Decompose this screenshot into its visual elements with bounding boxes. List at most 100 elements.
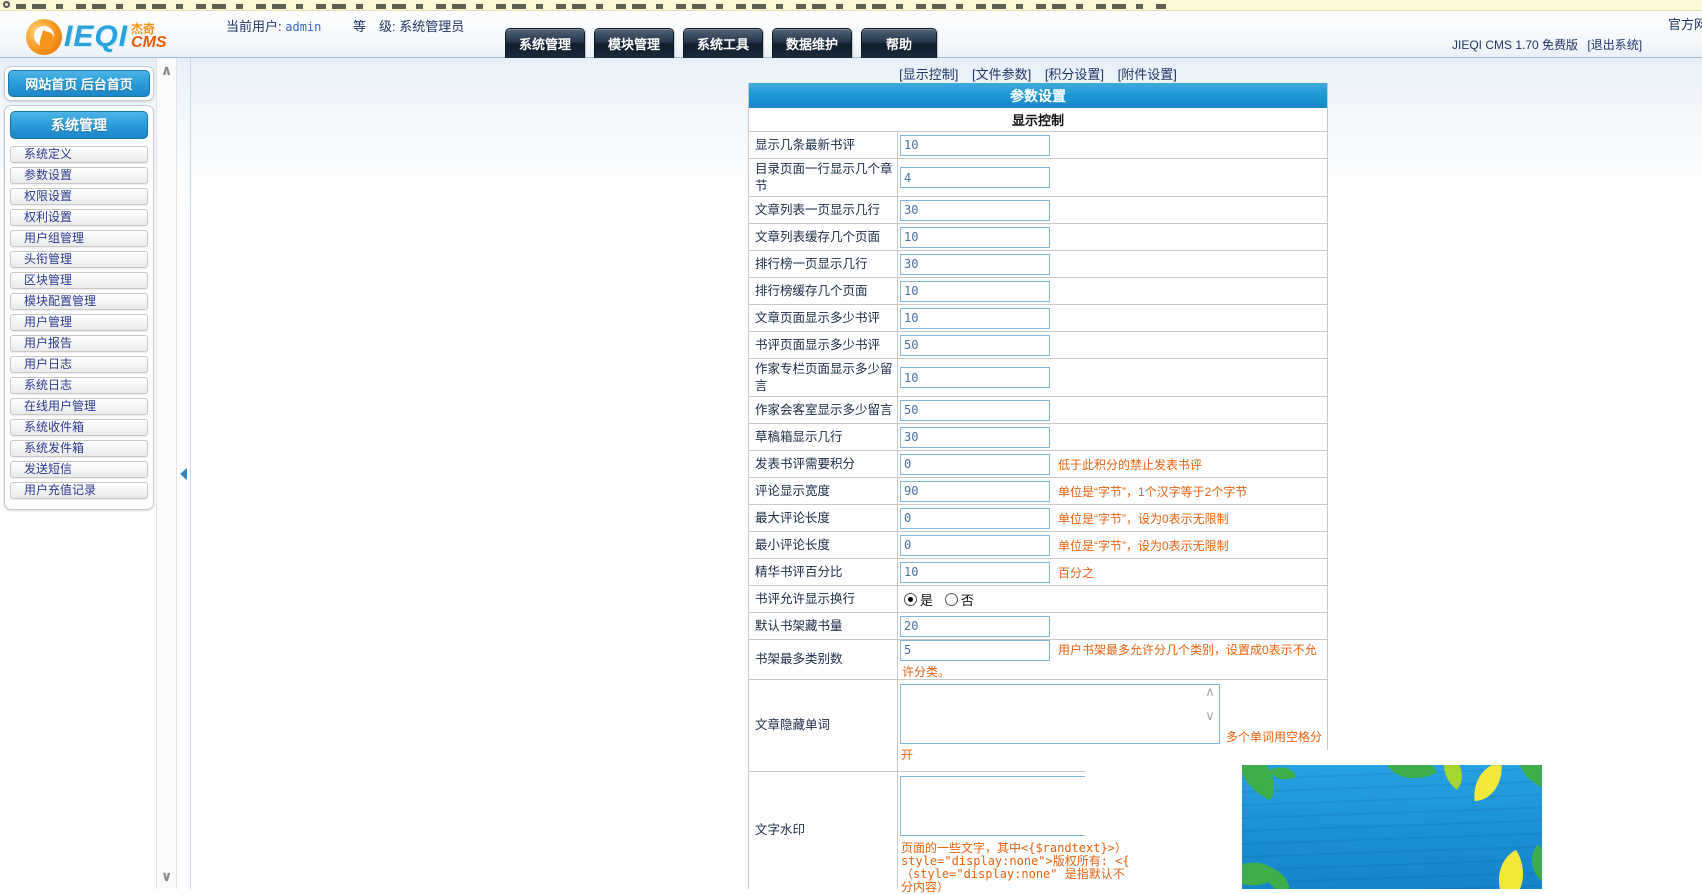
sidebar-item-permission[interactable]: 权限设置 — [10, 188, 148, 205]
field-input[interactable] — [900, 167, 1050, 188]
hidden-words-textarea[interactable] — [900, 684, 1220, 744]
page-title: 参数设置 — [749, 83, 1327, 108]
table-row: 作家专栏页面显示多少留言 — [749, 359, 1327, 397]
table-row: 显示几条最新书评 — [749, 132, 1327, 159]
table-row: 目录页面一行显示几个章节 — [749, 159, 1327, 197]
sidebar-item-send-sms[interactable]: 发送短信 — [10, 461, 148, 478]
table-row: 排行榜缓存几个页面 — [749, 278, 1327, 305]
sidebar-item-online-users[interactable]: 在线用户管理 — [10, 398, 148, 415]
sidebar-item-system-define[interactable]: 系统定义 — [10, 146, 148, 163]
tab-system-tools[interactable]: 系统工具 — [683, 28, 763, 58]
field-label: 书架最多类别数 — [749, 640, 898, 679]
official-site-link[interactable]: 官方网站 — [1668, 14, 1702, 33]
radio-yes-label[interactable]: 是 — [920, 590, 933, 609]
subnav-attachment-settings[interactable]: [附件设置] — [1118, 67, 1177, 82]
scroll-down-icon[interactable]: ∨ — [1202, 710, 1218, 722]
radio-yes[interactable] — [904, 593, 917, 606]
field-input[interactable] — [900, 254, 1050, 275]
sidebar-item-blocks[interactable]: 区块管理 — [10, 272, 148, 289]
field-input[interactable] — [900, 508, 1050, 529]
field-hint-wrap: 许分类。 — [902, 663, 950, 680]
home-buttons-card: 网站首页 后台首页 — [4, 66, 154, 101]
field-input[interactable] — [900, 367, 1050, 388]
sidebar-item-usergroup[interactable]: 用户组管理 — [10, 230, 148, 247]
field-label: 排行榜缓存几个页面 — [749, 278, 898, 304]
tab-system-manage[interactable]: 系统管理 — [505, 28, 585, 58]
field-input[interactable] — [900, 227, 1050, 248]
tab-help[interactable]: 帮助 — [861, 28, 937, 58]
sidebar-item-rights[interactable]: 权利设置 — [10, 209, 148, 226]
field-input[interactable] — [900, 535, 1050, 556]
field-label: 发表书评需要积分 — [749, 451, 898, 477]
field-label: 文章隐藏单词 — [749, 680, 898, 771]
field-label: 书评页面显示多少书评 — [749, 332, 898, 358]
field-input[interactable] — [900, 562, 1050, 583]
field-hint: 单位是“字节”，1个汉字等于2个字节 — [1058, 483, 1247, 500]
sidebar-item-user-report[interactable]: 用户报告 — [10, 335, 148, 352]
field-input[interactable] — [900, 308, 1050, 329]
field-input[interactable] — [900, 135, 1050, 156]
sidebar-item-user-log[interactable]: 用户日志 — [10, 356, 148, 373]
field-hint: 多个单词用空格分 — [1226, 728, 1322, 745]
sidebar-scrollbar[interactable]: ∧ ∨ — [156, 58, 177, 889]
field-label: 目录页面一行显示几个章节 — [749, 159, 898, 196]
scroll-up-icon[interactable]: ∧ — [1202, 686, 1218, 698]
tab-module-manage[interactable]: 模块管理 — [594, 28, 674, 58]
subnav-score-settings[interactable]: [积分设置] — [1045, 67, 1104, 82]
logo-text: IEQI — [64, 20, 128, 54]
section-header: 显示控制 — [749, 108, 1327, 132]
field-label: 显示几条最新书评 — [749, 132, 898, 158]
subnav-file-params[interactable]: [文件参数] — [972, 67, 1031, 82]
sidebar-item-outbox[interactable]: 系统发件箱 — [10, 440, 148, 457]
table-row: 精华书评百分比 百分之 — [749, 559, 1327, 586]
field-input[interactable] — [900, 454, 1050, 475]
field-input[interactable] — [900, 427, 1050, 448]
tab-data-maintain[interactable]: 数据维护 — [772, 28, 852, 58]
sidebar-item-param-settings[interactable]: 参数设置 — [10, 167, 148, 184]
scroll-up-icon[interactable]: ∧ — [157, 62, 176, 79]
field-input[interactable] — [900, 200, 1050, 221]
ad-banner-image[interactable] — [1242, 765, 1542, 889]
sidebar-divider — [190, 58, 191, 889]
user-level: 等 级: 系统管理员 — [353, 19, 464, 34]
field-input[interactable] — [900, 640, 1050, 661]
field-input[interactable] — [900, 481, 1050, 502]
scroll-down-icon[interactable]: ∨ — [157, 868, 176, 885]
radio-no[interactable] — [945, 593, 958, 606]
table-row: 文章列表缓存几个页面 — [749, 224, 1327, 251]
field-input[interactable] — [900, 335, 1050, 356]
version-text: JIEQI CMS 1.70 免费版 — [1452, 38, 1578, 52]
textarea-scrollbar[interactable]: ∧ ∨ — [1202, 686, 1218, 742]
radio-no-label[interactable]: 否 — [961, 590, 974, 609]
field-label: 默认书架藏书量 — [749, 613, 898, 639]
field-label: 文章页面显示多少书评 — [749, 305, 898, 331]
current-user-info: 当前用户: admin 等 级: 系统管理员 — [226, 16, 464, 35]
field-input[interactable] — [900, 400, 1050, 421]
home-buttons[interactable]: 网站首页 后台首页 — [8, 70, 150, 97]
sidebar-item-module-config[interactable]: 模块配置管理 — [10, 293, 148, 310]
sidebar-item-recharge-log[interactable]: 用户充值记录 — [10, 482, 148, 499]
collapse-sidebar-icon[interactable] — [180, 468, 187, 480]
main-nav-tabs: 系统管理 模块管理 系统工具 数据维护 帮助 — [505, 28, 937, 58]
subnav-display-control[interactable]: [显示控制] — [899, 67, 958, 82]
sidebar-item-inbox[interactable]: 系统收件箱 — [10, 419, 148, 436]
field-hint: 低于此积分的禁止发表书评 — [1058, 456, 1202, 473]
field-hint: 用户书架最多允许分几个类别，设置成0表示不允 — [1058, 643, 1317, 657]
sidebar-item-system-log[interactable]: 系统日志 — [10, 377, 148, 394]
sidebar-item-user-manage[interactable]: 用户管理 — [10, 314, 148, 331]
sidebar-item-titles[interactable]: 头衔管理 — [10, 251, 148, 268]
username: admin — [285, 20, 321, 34]
watermark-hint-lines: 页面的一些文字，其中<{$randtext}>） style="display:… — [901, 842, 1201, 894]
sidebar-section-title[interactable]: 系统管理 — [10, 111, 148, 139]
field-hint: 百分之 — [1058, 564, 1094, 581]
field-input[interactable] — [900, 616, 1050, 637]
logout-link[interactable]: [退出系统] — [1587, 38, 1642, 52]
table-row: 发表书评需要积分 低于此积分的禁止发表书评 — [749, 451, 1327, 478]
field-label: 精华书评百分比 — [749, 559, 898, 585]
logo-swoosh-icon — [26, 19, 62, 55]
bullet-icon — [3, 1, 10, 8]
table-row: 书评允许显示换行 是 否 — [749, 586, 1327, 613]
field-label: 排行榜一页显示几行 — [749, 251, 898, 277]
field-label: 最大评论长度 — [749, 505, 898, 531]
field-input[interactable] — [900, 281, 1050, 302]
